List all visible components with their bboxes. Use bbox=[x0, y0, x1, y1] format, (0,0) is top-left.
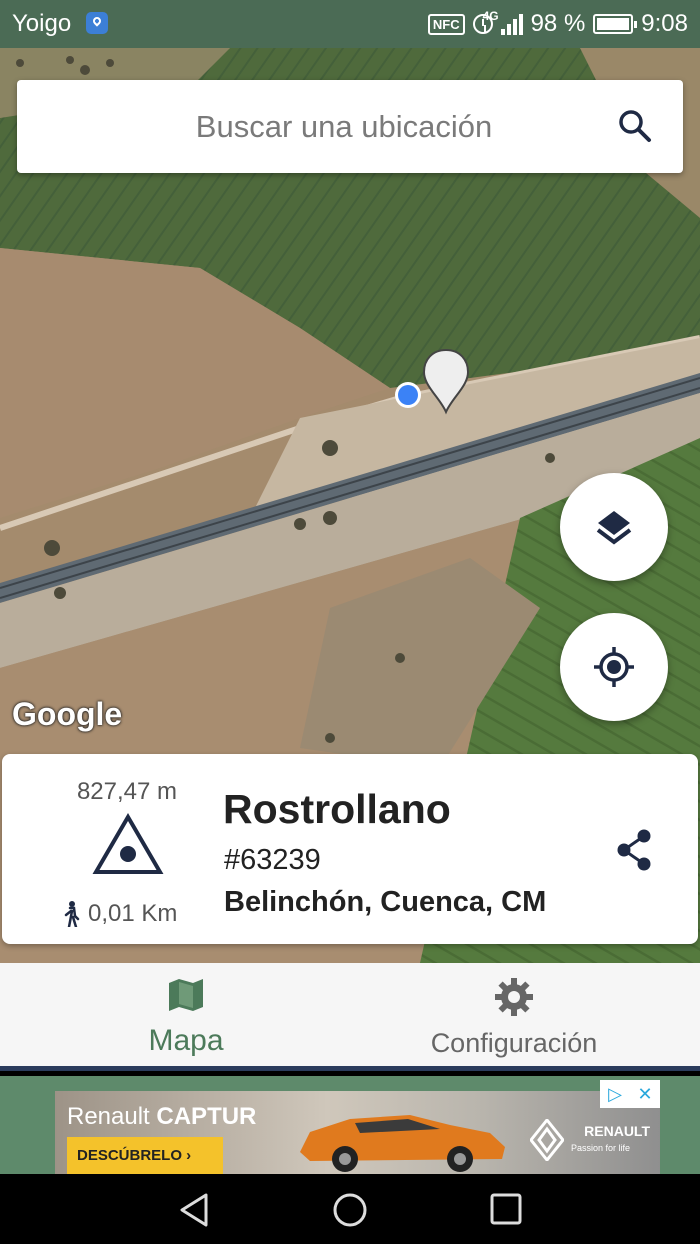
ad-brand: RENAULT bbox=[584, 1123, 650, 1139]
ad-banner[interactable]: Renault CAPTUR DESCÚBRELO › RENAULT Pass… bbox=[0, 1076, 700, 1174]
share-icon[interactable] bbox=[614, 828, 654, 872]
tab-settings-label: Configuración bbox=[430, 1028, 598, 1058]
ad-creative[interactable]: Renault CAPTUR DESCÚBRELO › RENAULT Pass… bbox=[55, 1091, 660, 1174]
walking-icon bbox=[64, 901, 80, 927]
signal-icon: 4G bbox=[483, 9, 523, 35]
peak-id: #63239 bbox=[224, 844, 321, 876]
peak-info-card[interactable]: 827,47 m 0,01 Km Rostrollano #63239 Beli… bbox=[2, 754, 698, 944]
recents-icon[interactable] bbox=[489, 1192, 523, 1226]
tab-settings[interactable]: Configuración bbox=[384, 977, 644, 1059]
peak-marker-icon[interactable] bbox=[420, 348, 472, 416]
current-location-dot bbox=[395, 382, 421, 408]
peak-name: Rostrollano bbox=[223, 786, 451, 832]
ad-choices[interactable]: ▷ ✕ bbox=[600, 1080, 660, 1108]
nfc-icon: NFC bbox=[427, 13, 465, 35]
peak-elevation: 827,47 m bbox=[76, 778, 178, 805]
back-icon[interactable] bbox=[176, 1192, 212, 1228]
location-service-icon bbox=[86, 12, 108, 34]
google-logo: Google bbox=[12, 696, 123, 732]
ad-model-name: CAPTUR bbox=[156, 1103, 257, 1130]
layers-icon bbox=[596, 511, 632, 545]
ad-cta-button[interactable]: DESCÚBRELO › bbox=[67, 1137, 223, 1174]
ad-headline: Renault CAPTUR bbox=[67, 1103, 256, 1131]
my-location-icon bbox=[594, 647, 634, 687]
search-input[interactable] bbox=[127, 104, 561, 150]
peak-location: Belinchón, Cuenca, CM bbox=[224, 886, 547, 918]
peak-distance: 0,01 Km bbox=[88, 900, 178, 927]
home-icon[interactable] bbox=[332, 1192, 368, 1228]
search-icon[interactable] bbox=[617, 108, 653, 144]
gear-icon bbox=[495, 978, 533, 1016]
status-bar: Yoigo NFC 4G 98 % 9:08 bbox=[0, 0, 700, 48]
status-icons: NFC 4G 98 % 9:08 bbox=[427, 9, 688, 38]
layers-button[interactable] bbox=[560, 473, 668, 581]
renault-logo-icon bbox=[530, 1119, 564, 1161]
distance-info: 0,01 Km bbox=[62, 900, 177, 928]
carrier-name: Yoigo bbox=[12, 10, 72, 37]
tab-map[interactable]: Mapa bbox=[56, 977, 316, 1058]
car-image bbox=[300, 1115, 505, 1172]
clock: 9:08 bbox=[641, 10, 688, 37]
my-location-button[interactable] bbox=[560, 613, 668, 721]
ad-choices-icon[interactable]: ▷ bbox=[600, 1080, 630, 1108]
tab-map-label: Mapa bbox=[148, 1024, 224, 1057]
search-bar[interactable] bbox=[17, 80, 683, 173]
ad-tagline: Passion for life bbox=[570, 1143, 630, 1153]
network-type: 4G bbox=[482, 9, 499, 23]
map-icon bbox=[169, 979, 203, 1011]
ad-close-icon[interactable]: ✕ bbox=[630, 1080, 660, 1108]
ad-model-prefix: Renault bbox=[67, 1103, 157, 1130]
bottom-navigation: Mapa Configuración bbox=[0, 963, 700, 1071]
peak-icon bbox=[92, 813, 164, 874]
system-navigation-bar bbox=[0, 1174, 700, 1244]
battery-icon bbox=[593, 14, 638, 34]
battery-percent: 98 % bbox=[530, 10, 586, 37]
